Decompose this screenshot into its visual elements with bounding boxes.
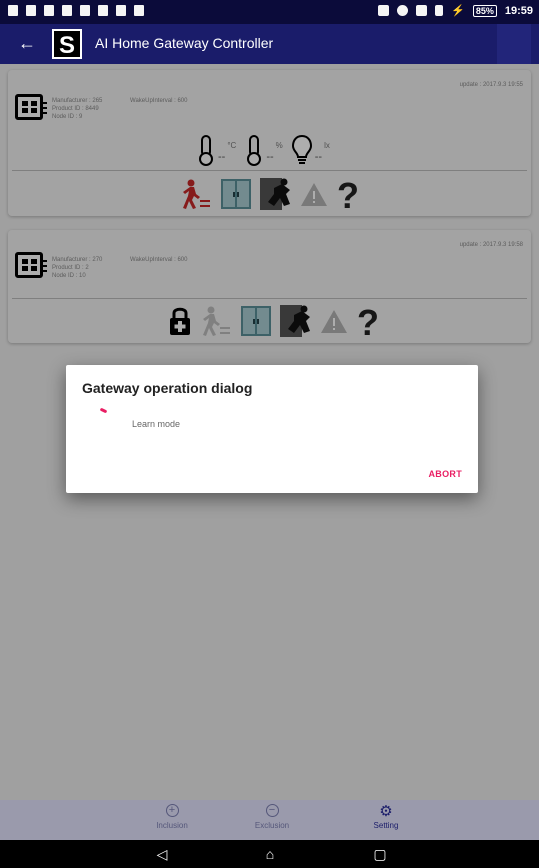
- wifi-icon: [416, 5, 428, 16]
- dialog-message: Learn mode: [132, 419, 181, 429]
- app-bar-action[interactable]: [497, 24, 531, 64]
- image-icon: [98, 5, 108, 16]
- sim-icon: [435, 5, 444, 16]
- dnd-icon: [397, 5, 409, 16]
- minus-circle-icon: −: [265, 804, 279, 817]
- bottom-navigation: + Inclusion − Exclusion ⚙ Setting: [0, 800, 539, 840]
- clock: 19:59: [504, 4, 533, 17]
- app-logo: S: [52, 29, 82, 59]
- nav-label: Inclusion: [156, 821, 188, 830]
- arrow-left-icon[interactable]: ←: [18, 33, 36, 54]
- usb-icon: [62, 5, 72, 16]
- progress-spinner-icon: [99, 407, 108, 414]
- nfc-icon: [378, 5, 390, 16]
- notification-icons: [8, 5, 144, 16]
- dialog-title: Gateway operation dialog: [82, 380, 253, 396]
- back-triangle-icon[interactable]: ◁: [148, 845, 176, 863]
- nav-inclusion[interactable]: + Inclusion: [132, 804, 212, 830]
- gear-icon: ⚙: [379, 803, 393, 820]
- bug-icon: [134, 5, 144, 16]
- charging-icon: ⚡: [451, 5, 465, 17]
- plus-circle-icon: +: [165, 804, 179, 817]
- nav-label: Exclusion: [254, 821, 290, 830]
- home-icon[interactable]: ⌂: [256, 845, 284, 863]
- recents-icon[interactable]: ▢: [366, 845, 394, 863]
- battery-level: 85%: [472, 4, 497, 17]
- nav-setting[interactable]: ⚙ Setting: [346, 804, 426, 830]
- photo-icon: [8, 5, 18, 16]
- nav-exclusion[interactable]: − Exclusion: [232, 804, 312, 830]
- cloud-icon: [44, 5, 54, 16]
- status-bar: ⚡ 85% 19:59: [0, 0, 539, 24]
- app-bar: ← S AI Home Gateway Controller: [0, 24, 539, 64]
- music-icon: [116, 5, 126, 16]
- system-status: ⚡ 85% 19:59: [378, 4, 533, 17]
- abort-button[interactable]: ABORT: [429, 469, 463, 479]
- sd-card-icon: [80, 5, 90, 16]
- nav-label: Setting: [373, 821, 399, 830]
- system-navigation-bar: ◁ ⌂ ▢: [0, 840, 539, 868]
- gateway-operation-dialog: Gateway operation dialog Learn mode ABOR…: [66, 365, 478, 493]
- warning-icon: [26, 5, 36, 16]
- app-title: AI Home Gateway Controller: [95, 35, 274, 51]
